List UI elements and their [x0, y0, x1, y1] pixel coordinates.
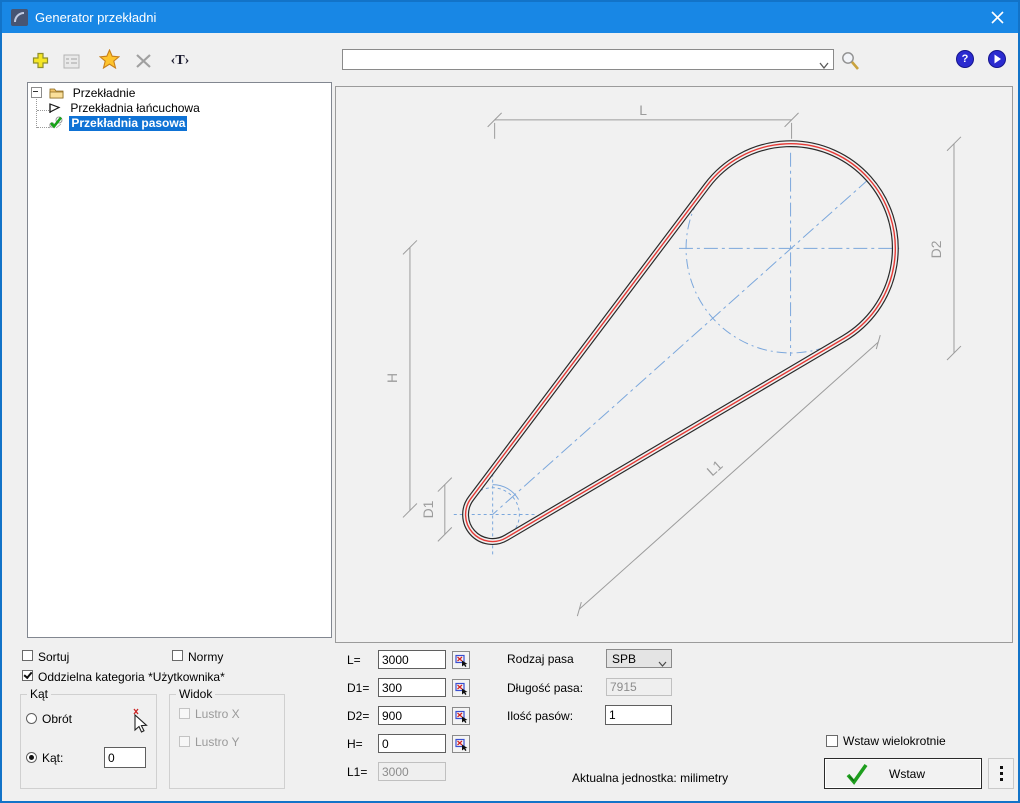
- param-L-label: L=: [347, 653, 361, 667]
- close-icon: [991, 11, 1004, 24]
- obrot-radio[interactable]: [26, 713, 37, 724]
- belt-drive-drawing: L D2 H D1 L1: [336, 87, 1012, 642]
- wstaw-wielokrotnie-checkbox[interactable]: [826, 735, 838, 747]
- tree-expander-icon[interactable]: [31, 87, 42, 98]
- param-D2-input[interactable]: [378, 706, 446, 725]
- play-button[interactable]: [988, 50, 1006, 68]
- kat-value-input[interactable]: [104, 747, 146, 768]
- search-icon: [840, 50, 860, 71]
- pick-icon: [455, 738, 468, 751]
- belt-count-label: Ilość pasów:: [507, 709, 573, 723]
- green-check-icon: [845, 763, 869, 785]
- dim-label-D2: D2: [928, 240, 944, 258]
- lustro-y-label: Lustro Y: [195, 735, 239, 749]
- text-tool-button[interactable]: ‹T›: [164, 50, 196, 72]
- star-icon: [99, 49, 120, 69]
- lustro-y-checkbox[interactable]: [179, 736, 190, 747]
- preview-canvas[interactable]: L D2 H D1 L1: [335, 86, 1013, 643]
- pick-icon: [455, 682, 468, 695]
- lustro-x-label: Lustro X: [195, 707, 240, 721]
- kat-group-title: Kąt: [27, 687, 51, 701]
- param-L1-label: L1=: [347, 765, 367, 779]
- help-button[interactable]: ?: [956, 50, 974, 68]
- search-button[interactable]: [839, 49, 861, 71]
- favorites-button[interactable]: [98, 48, 120, 70]
- belt-gear-checked-icon: [48, 116, 63, 129]
- mouse-cursor-icon: [129, 707, 151, 733]
- tree-item-label[interactable]: Przekładnie: [71, 86, 138, 101]
- belt-type-combobox[interactable]: SPB: [606, 649, 672, 668]
- tree-item-root[interactable]: Przekładnie: [31, 86, 137, 101]
- title-bar: Generator przekładni: [2, 2, 1018, 33]
- kat-radio[interactable]: [26, 752, 37, 763]
- search-input[interactable]: [345, 51, 809, 69]
- wstaw-button-label: Wstaw: [869, 767, 945, 781]
- belt-length-label: Długość pasa:: [507, 681, 583, 695]
- search-combobox[interactable]: [342, 49, 834, 70]
- tree-item-label[interactable]: Przekładnia łańcuchowa: [68, 101, 201, 116]
- delete-x-icon: [135, 53, 152, 69]
- tree-item-label-selected[interactable]: Przekładnia pasowa: [69, 116, 187, 131]
- help-icon: ?: [962, 53, 969, 65]
- form-icon: [63, 54, 80, 69]
- obrot-label: Obrót: [42, 712, 72, 726]
- current-unit-text: Aktualna jednostka: milimetry: [572, 771, 728, 785]
- belt-count-input[interactable]: [605, 705, 672, 725]
- chevron-down-icon[interactable]: [819, 56, 829, 74]
- chevron-down-icon: [658, 656, 667, 670]
- belt-type-value: SPB: [612, 652, 636, 666]
- tree-item-belt-gear[interactable]: Przekładnia pasowa: [48, 116, 187, 131]
- dim-label-D1: D1: [420, 500, 436, 518]
- window-title: Generator przekładni: [35, 10, 156, 25]
- oddzielna-kategoria-checkbox[interactable]: [22, 670, 33, 681]
- param-D1-pick-button[interactable]: [452, 679, 470, 697]
- dots-icon: [1000, 766, 1003, 769]
- param-H-label: H=: [347, 737, 363, 751]
- kat-label: Kąt:: [42, 751, 63, 765]
- dim-label-L: L: [639, 102, 647, 118]
- dialog-window: Generator przekładni ‹T› ?: [0, 0, 1020, 803]
- param-H-pick-button[interactable]: [452, 735, 470, 753]
- app-icon: [11, 9, 28, 26]
- dim-label-H: H: [384, 373, 400, 383]
- plus-icon: [32, 52, 49, 69]
- add-button[interactable]: [29, 49, 51, 71]
- pick-icon: [455, 654, 468, 667]
- param-D2-label: D2=: [347, 709, 369, 723]
- param-D1-input[interactable]: [378, 678, 446, 697]
- chain-gear-icon: [48, 102, 62, 114]
- belt-type-label: Rodzaj pasa: [507, 652, 574, 666]
- text-tool-icon: ‹T›: [171, 53, 190, 69]
- normy-checkbox[interactable]: [172, 650, 183, 661]
- wstaw-button[interactable]: Wstaw: [824, 758, 982, 789]
- normy-label: Normy: [188, 650, 223, 664]
- pick-icon: [455, 710, 468, 723]
- close-button[interactable]: [980, 2, 1014, 33]
- param-L-pick-button[interactable]: [452, 651, 470, 669]
- param-H-input[interactable]: [378, 734, 446, 753]
- tree-item-chain-gear[interactable]: Przekładnia łańcuchowa: [48, 101, 202, 116]
- properties-button[interactable]: [60, 50, 82, 72]
- wstaw-wielokrotnie-label: Wstaw wielokrotnie: [843, 734, 946, 748]
- sortuj-checkbox[interactable]: [22, 650, 33, 661]
- belt-length-input: [606, 678, 672, 696]
- param-D2-pick-button[interactable]: [452, 707, 470, 725]
- more-options-button[interactable]: [988, 758, 1014, 789]
- play-icon: [993, 54, 1002, 64]
- delete-button[interactable]: [132, 50, 154, 72]
- lustro-x-checkbox[interactable]: [179, 708, 190, 719]
- category-tree: Przekładnie Przekładnia łańcuchowa Przek…: [27, 82, 332, 638]
- dim-label-L1: L1: [703, 457, 725, 479]
- widok-group-title: Widok: [176, 687, 215, 701]
- param-L-input[interactable]: [378, 650, 446, 669]
- param-L1-input: [378, 762, 446, 781]
- oddzielna-kategoria-label: Oddzielna kategoria *Użytkownika*: [38, 670, 225, 684]
- folder-icon: [49, 87, 64, 99]
- sortuj-label: Sortuj: [38, 650, 69, 664]
- param-D1-label: D1=: [347, 681, 369, 695]
